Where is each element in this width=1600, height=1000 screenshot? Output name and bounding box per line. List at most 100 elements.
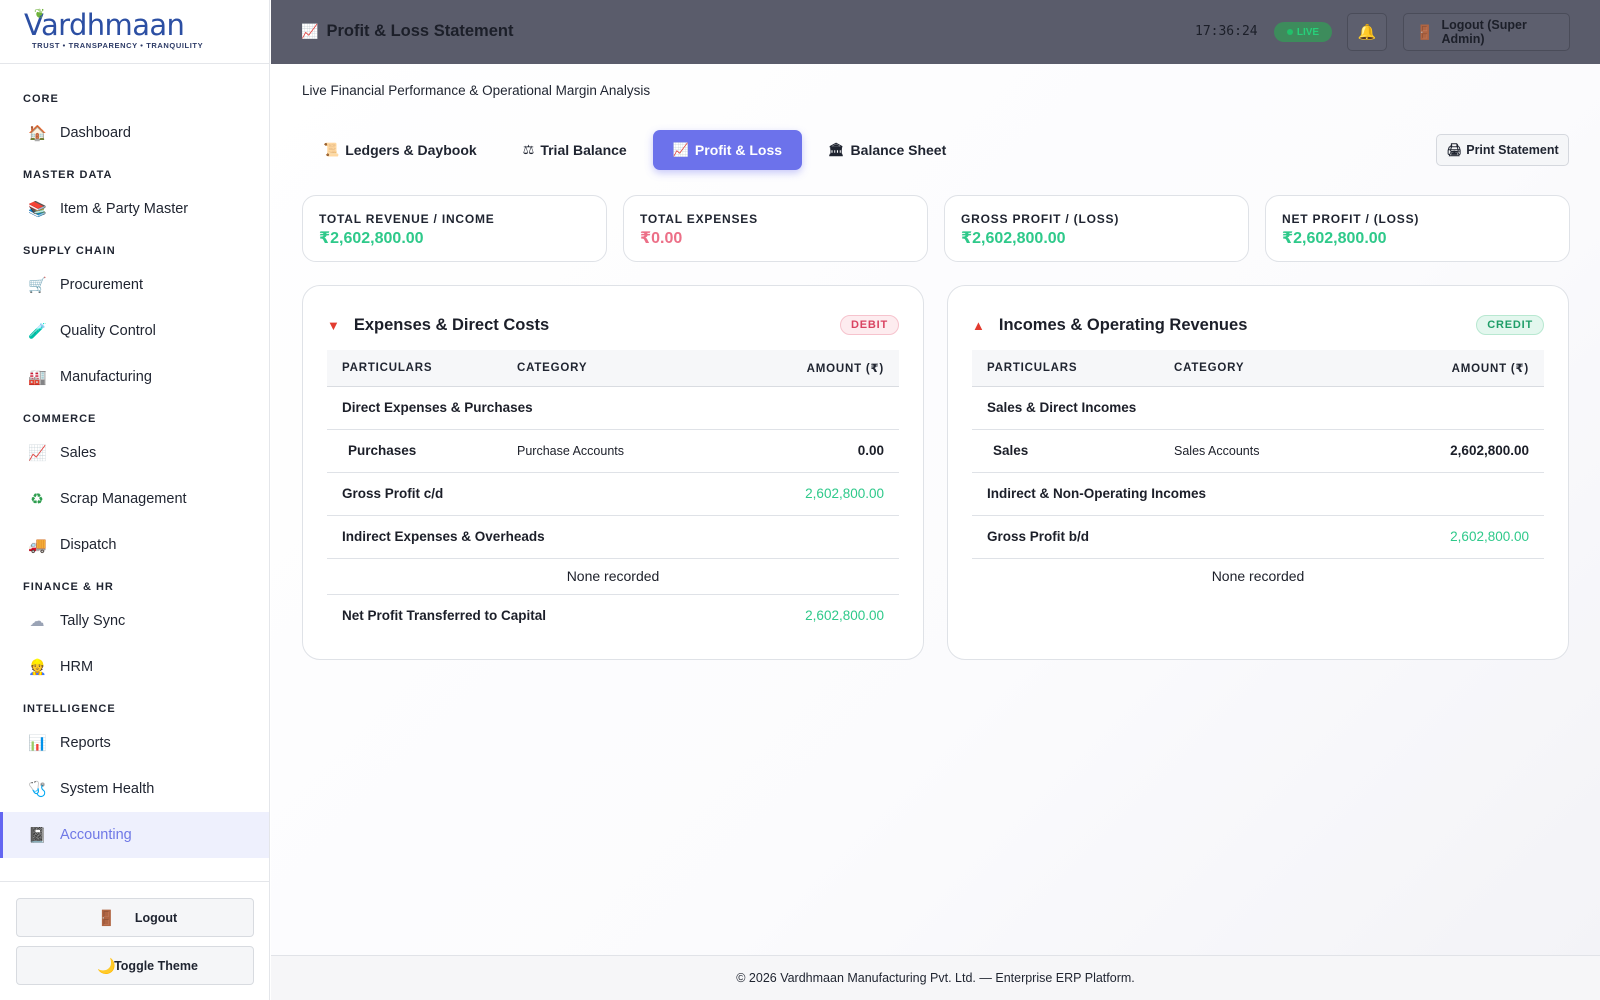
particular-name: Sales bbox=[972, 429, 1159, 473]
nav-section-intelligence: INTELLIGENCE bbox=[23, 703, 116, 715]
top-bar: 📈 Profit & Loss Statement 17:36:24 LIVE … bbox=[271, 0, 1600, 64]
footer-text: © 2026 Vardhmaan Manufacturing Pvt. Ltd.… bbox=[736, 971, 1135, 985]
table-header-row: PARTICULARS CATEGORY AMOUNT (₹) bbox=[972, 350, 1544, 387]
table-row: Direct Expenses & Purchases bbox=[327, 386, 899, 430]
test-tube-icon: 🧪 bbox=[28, 323, 47, 340]
empty-state-text: None recorded bbox=[1211, 568, 1305, 585]
card-label: TOTAL EXPENSES bbox=[640, 212, 758, 226]
tab-label: Profit & Loss bbox=[694, 142, 783, 158]
nav-section-supply-chain: SUPPLY CHAIN bbox=[23, 245, 116, 257]
column-header-amount: AMOUNT (₹) bbox=[1357, 350, 1544, 387]
recycle-icon: ♻ bbox=[30, 491, 44, 508]
cloud-icon: ☁ bbox=[29, 613, 45, 630]
particular-amount: 2,602,800.00 bbox=[1357, 429, 1544, 473]
sidebar-item-item-party-master[interactable]: 📚 Item & Party Master bbox=[0, 186, 269, 232]
nav-section-core: CORE bbox=[23, 93, 59, 105]
card-label: GROSS PROFIT / (LOSS) bbox=[961, 212, 1120, 226]
logout-label: Logout bbox=[134, 910, 178, 925]
expenses-panel: ▼ Expenses & Direct Costs DEBIT PARTICUL… bbox=[302, 285, 924, 660]
sidebar-item-quality-control[interactable]: 🧪 Quality Control bbox=[0, 308, 269, 354]
card-value: ₹2,602,800.00 bbox=[319, 230, 424, 247]
sidebar-item-accounting[interactable]: 📓 Accounting bbox=[0, 812, 269, 858]
door-icon: 🚪 bbox=[97, 909, 116, 927]
group-heading: Indirect Expenses & Overheads bbox=[327, 515, 899, 559]
table-row: None recorded bbox=[327, 558, 899, 595]
gross-profit-bd-amount: 2,602,800.00 bbox=[1357, 515, 1544, 559]
sidebar-item-manufacturing[interactable]: 🏭 Manufacturing bbox=[0, 354, 269, 400]
card-label: TOTAL REVENUE / INCOME bbox=[319, 212, 495, 226]
credit-badge: CREDIT bbox=[1476, 315, 1544, 335]
chart-up-icon: 📈 bbox=[28, 445, 47, 462]
bell-icon: 🔔 bbox=[1357, 24, 1377, 41]
triangle-up-icon: ▲ bbox=[972, 317, 985, 333]
table-row[interactable]: Sales Sales Accounts 2,602,800.00 bbox=[972, 429, 1544, 473]
logout-super-admin-label: Logout (Super Admin) bbox=[1441, 18, 1527, 46]
sidebar-item-label: Dispatch bbox=[60, 537, 117, 553]
card-total-revenue: TOTAL REVENUE / INCOME ₹2,602,800.00 bbox=[302, 195, 607, 262]
tab-trial-balance[interactable]: ⚖ Trial Balance bbox=[503, 130, 647, 170]
sidebar-item-procurement[interactable]: 🛒 Procurement bbox=[0, 262, 269, 308]
table-row: Indirect Expenses & Overheads bbox=[327, 515, 899, 559]
brand-logo[interactable]: ❦ Vardhmaan TRUST • TRANSPARENCY • TRANQ… bbox=[0, 0, 269, 64]
stethoscope-icon: 🩺 bbox=[28, 781, 47, 798]
empty-state-text: None recorded bbox=[327, 558, 899, 595]
sidebar-item-tally-sync[interactable]: ☁ Tally Sync bbox=[0, 598, 269, 644]
card-gross-profit: GROSS PROFIT / (LOSS) ₹2,602,800.00 bbox=[944, 195, 1249, 262]
live-badge: LIVE bbox=[1274, 22, 1332, 42]
factory-icon: 🏭 bbox=[28, 369, 47, 386]
tab-balance-sheet[interactable]: 🏛 Balance Sheet bbox=[808, 130, 966, 170]
door-icon: 🚪 bbox=[1416, 23, 1434, 40]
table-row: Sales & Direct Incomes bbox=[972, 386, 1544, 430]
sidebar-item-label: System Health bbox=[60, 781, 155, 797]
sidebar-item-label: Dashboard bbox=[60, 125, 131, 141]
chart-up-icon: 📈 bbox=[301, 23, 319, 39]
bank-icon: 🏛 bbox=[828, 142, 845, 157]
scales-icon: ⚖ bbox=[522, 142, 535, 157]
table-header-row: PARTICULARS CATEGORY AMOUNT (₹) bbox=[327, 350, 899, 387]
incomes-panel: ▲ Incomes & Operating Revenues CREDIT PA… bbox=[947, 285, 1569, 660]
sidebar-item-label: Manufacturing bbox=[60, 369, 152, 385]
column-header-particulars: PARTICULARS bbox=[327, 350, 502, 387]
tab-ledgers-daybook[interactable]: 📜 Ledgers & Daybook bbox=[303, 130, 497, 170]
card-value: ₹2,602,800.00 bbox=[1282, 230, 1387, 247]
page-title: 📈 Profit & Loss Statement bbox=[301, 22, 513, 41]
particular-name: Purchases bbox=[327, 429, 502, 473]
print-statement-button[interactable]: 🖨 Print Statement bbox=[1436, 134, 1569, 166]
sidebar-item-label: HRM bbox=[60, 659, 94, 675]
table-row: Gross Profit c/d 2,602,800.00 bbox=[327, 472, 899, 516]
expenses-panel-title: Expenses & Direct Costs bbox=[353, 315, 550, 334]
gross-profit-cd-label: Gross Profit c/d bbox=[327, 472, 724, 516]
sidebar-item-dispatch[interactable]: 🚚 Dispatch bbox=[0, 522, 269, 568]
sidebar-item-scrap-management[interactable]: ♻ Scrap Management bbox=[0, 476, 269, 522]
particular-category: Sales Accounts bbox=[1159, 429, 1358, 473]
card-value: ₹0.00 bbox=[640, 230, 683, 247]
gross-profit-cd-amount: 2,602,800.00 bbox=[723, 472, 899, 516]
sidebar-item-reports[interactable]: 📊 Reports bbox=[0, 720, 269, 766]
sidebar-item-hrm[interactable]: 👷 HRM bbox=[0, 644, 269, 690]
table-row: Indirect & Non-Operating Incomes bbox=[972, 472, 1544, 516]
sidebar-item-label: Scrap Management bbox=[60, 491, 187, 507]
toggle-theme-button[interactable]: 🌙 Toggle Theme bbox=[16, 946, 254, 985]
nav-section-finance-hr: FINANCE & HR bbox=[23, 581, 114, 593]
brand-tagline: TRUST • TRANSPARENCY • TRANQUILITY bbox=[32, 41, 204, 50]
table-row: None recorded bbox=[972, 558, 1544, 594]
ledger-icon: 📓 bbox=[28, 827, 47, 844]
sidebar-item-dashboard[interactable]: 🏠 Dashboard bbox=[0, 110, 269, 156]
sidebar-item-system-health[interactable]: 🩺 System Health bbox=[0, 766, 269, 812]
tab-profit-loss[interactable]: 📈 Profit & Loss bbox=[652, 130, 803, 170]
print-statement-label: Print Statement bbox=[1466, 143, 1559, 157]
group-heading: Direct Expenses & Purchases bbox=[327, 386, 899, 430]
logout-button[interactable]: 🚪 Logout bbox=[16, 898, 254, 937]
logout-super-admin-button[interactable]: 🚪 Logout (Super Admin) bbox=[1403, 13, 1570, 51]
sidebar-footer: 🚪 Logout 🌙 Toggle Theme bbox=[0, 881, 269, 1000]
table-row[interactable]: Purchases Purchase Accounts 0.00 bbox=[327, 429, 899, 473]
sidebar-item-sales[interactable]: 📈 Sales bbox=[0, 430, 269, 476]
table-row: Net Profit Transferred to Capital 2,602,… bbox=[327, 594, 899, 637]
notifications-button[interactable]: 🔔 bbox=[1347, 13, 1387, 51]
nav-section-master-data: MASTER DATA bbox=[23, 169, 113, 181]
sidebar-nav: CORE 🏠 Dashboard MASTER DATA 📚 Item & Pa… bbox=[0, 64, 269, 858]
debit-badge: DEBIT bbox=[840, 315, 899, 335]
nav-section-commerce: COMMERCE bbox=[23, 413, 97, 425]
gross-profit-bd-label: Gross Profit b/d bbox=[972, 515, 1358, 559]
tab-label: Balance Sheet bbox=[850, 142, 947, 158]
